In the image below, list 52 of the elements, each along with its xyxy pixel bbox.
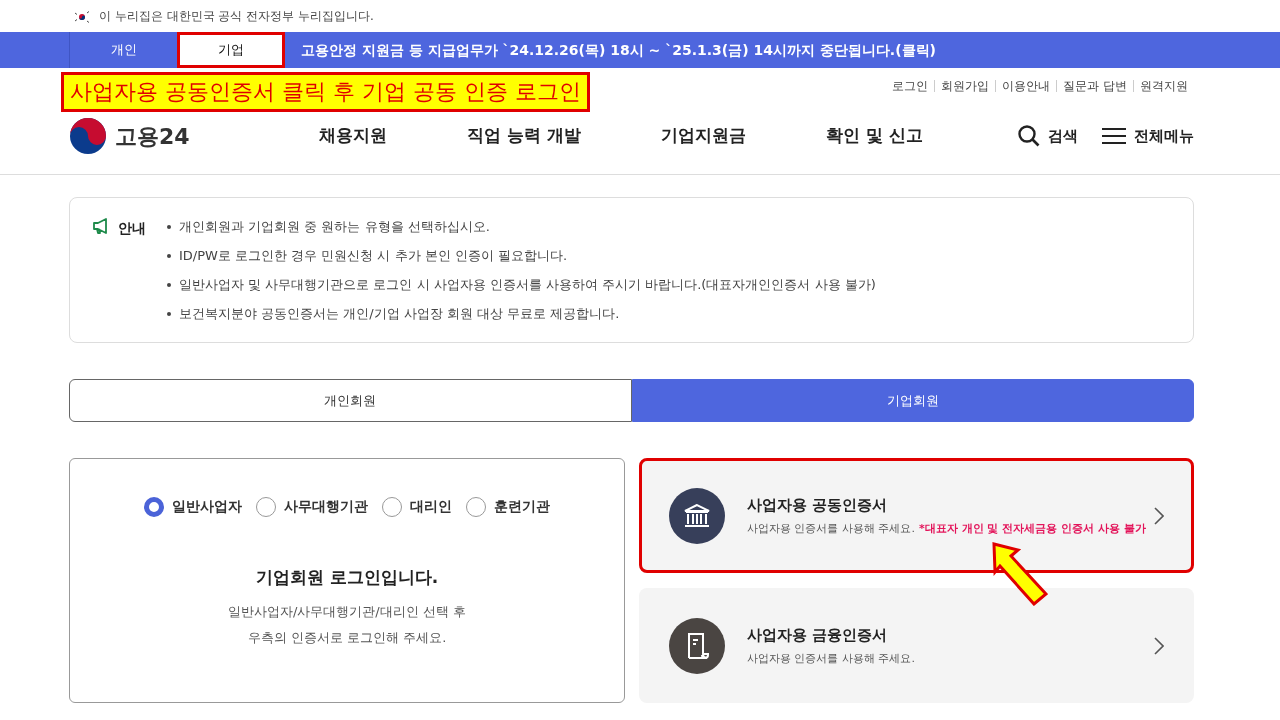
radio-option[interactable]: 사무대행기관 xyxy=(256,496,368,517)
notice-ticker-link[interactable]: 고용안정 지원금 등 지급업무가 `24.12.26(목) 18시 ~ `25.1.3(금) 14시까지 중단됩니다.(클릭) xyxy=(285,38,942,62)
notice-item: 일반사업자 및 사무대행기관으로 로그인 시 사업자용 인증서를 사용하여 주시기 바랍니다.(대표자개인인증서 사용 불가) xyxy=(179,276,876,294)
certificate-warning: *대표자 개인 및 전자세금용 인증서 사용 불가 xyxy=(919,520,1146,537)
login-heading: 기업회원 로그인입니다. xyxy=(255,566,439,589)
nav-link[interactable]: 채용지원 xyxy=(319,123,387,149)
member-tab[interactable]: 개인회원 xyxy=(69,379,632,422)
menu-button[interactable]: 전체메뉴 xyxy=(1102,124,1194,148)
search-button[interactable]: 검색 xyxy=(1018,124,1078,148)
radio-button[interactable] xyxy=(466,496,486,517)
search-icon xyxy=(1018,125,1040,147)
nav-link[interactable]: 기업지원금 xyxy=(660,123,746,149)
radio-option[interactable]: 훈련기관 xyxy=(466,496,550,517)
menu-icon xyxy=(1102,127,1126,145)
bullet-icon xyxy=(167,253,171,258)
logo-text[interactable]: 고용24 xyxy=(115,119,190,153)
bullet-icon xyxy=(167,282,171,287)
chevron-right-icon xyxy=(1154,506,1164,525)
radio-option[interactable]: 일반사업자 xyxy=(144,496,242,517)
notice-title: 안내 xyxy=(118,219,146,238)
utility-link[interactable]: 원격지원 xyxy=(1133,80,1194,92)
login-description: 일반사업자/사무대행기관/대리인 선택 후 xyxy=(228,602,466,621)
annotation-callout: 사업자용 공동인증서 클릭 후 기업 공동 인증 로그인 xyxy=(61,72,590,112)
radio-button[interactable] xyxy=(144,496,164,517)
certificate-card[interactable]: 사업자용 공동인증서 사업자용 인증서를 사용해 주세요. *대표자 개인 및 전자세금용 인증서 사용 불가 xyxy=(639,458,1194,573)
bullet-icon xyxy=(167,311,171,316)
utility-link[interactable]: 로그인 xyxy=(886,80,935,92)
certificate-description: 사업자용 인증서를 사용해 주세요. xyxy=(747,650,915,667)
certificate-card[interactable]: 사업자용 금융인증서 사업자용 인증서를 사용해 주세요. xyxy=(639,588,1194,703)
certificate-description: 사업자용 인증서를 사용해 주세요. xyxy=(747,520,915,537)
annotation-arrow xyxy=(992,542,1048,606)
radio-button[interactable] xyxy=(382,496,402,517)
bullet-icon xyxy=(167,224,171,229)
megaphone-icon xyxy=(92,218,110,234)
utility-link[interactable]: 이용안내 xyxy=(995,80,1057,92)
government-notice: 이 누리집은 대한민국 공식 전자정부 누리집입니다. xyxy=(99,8,374,25)
login-description: 우측의 인증서로 로그인해 주세요. xyxy=(246,628,448,647)
nav-link[interactable]: 직업 능력 개발 xyxy=(467,123,581,149)
notice-item: 보건복지분야 공동인증서는 개인/기업 사업장 회원 대상 무료로 제공합니다. xyxy=(179,305,620,323)
notice-item: 개인회원과 기업회원 중 원하는 유형을 선택하십시오. xyxy=(179,218,490,236)
radio-button[interactable] xyxy=(256,496,276,517)
chevron-right-icon xyxy=(1154,636,1164,655)
member-tab[interactable]: 기업회원 xyxy=(631,379,1194,422)
nav-link[interactable]: 확인 및 신고 xyxy=(825,123,923,149)
utility-link[interactable]: 질문과 답변 xyxy=(1056,80,1133,92)
certificate-title: 사업자용 공동인증서 xyxy=(747,495,889,516)
notice-item: ID/PW로 로그인한 경우 민원신청 시 추가 본인 인증이 필요합니다. xyxy=(179,247,568,265)
top-tab[interactable]: 기업 xyxy=(177,32,285,68)
radio-option[interactable]: 대리인 xyxy=(382,496,452,517)
certificate-title: 사업자용 금융인증서 xyxy=(747,625,889,646)
utility-link[interactable]: 회원가입 xyxy=(934,80,996,92)
logo-icon xyxy=(69,117,107,155)
